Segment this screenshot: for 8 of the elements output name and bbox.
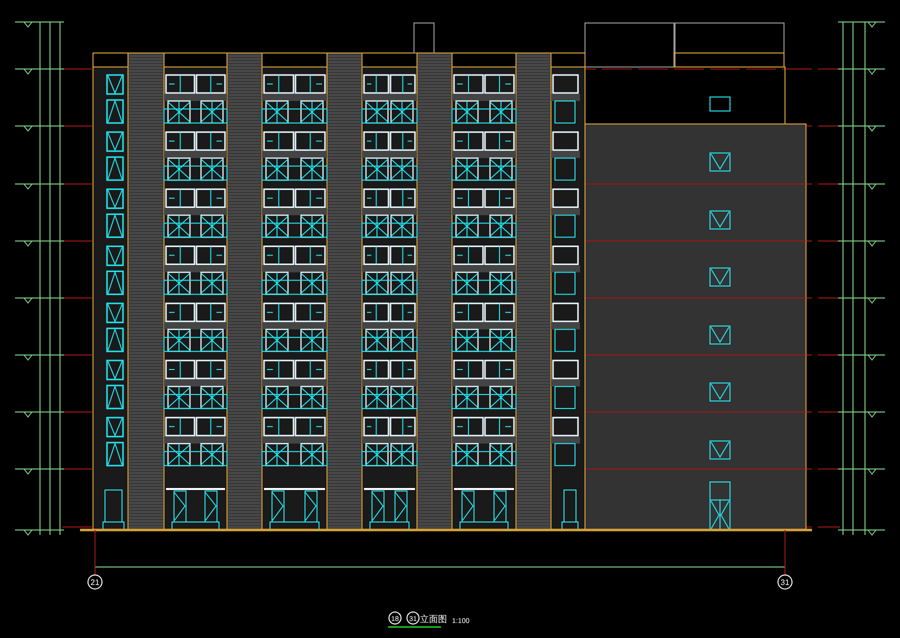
axis-bubble <box>778 574 792 590</box>
axis-label: 31 <box>780 578 790 587</box>
drawing-title: 立面图 <box>420 614 447 624</box>
axis-label: 21 <box>90 578 100 587</box>
title-underline <box>388 626 441 628</box>
axis-bubble <box>88 574 102 590</box>
axis-bubble <box>406 612 420 624</box>
axis-bubble <box>388 612 402 624</box>
